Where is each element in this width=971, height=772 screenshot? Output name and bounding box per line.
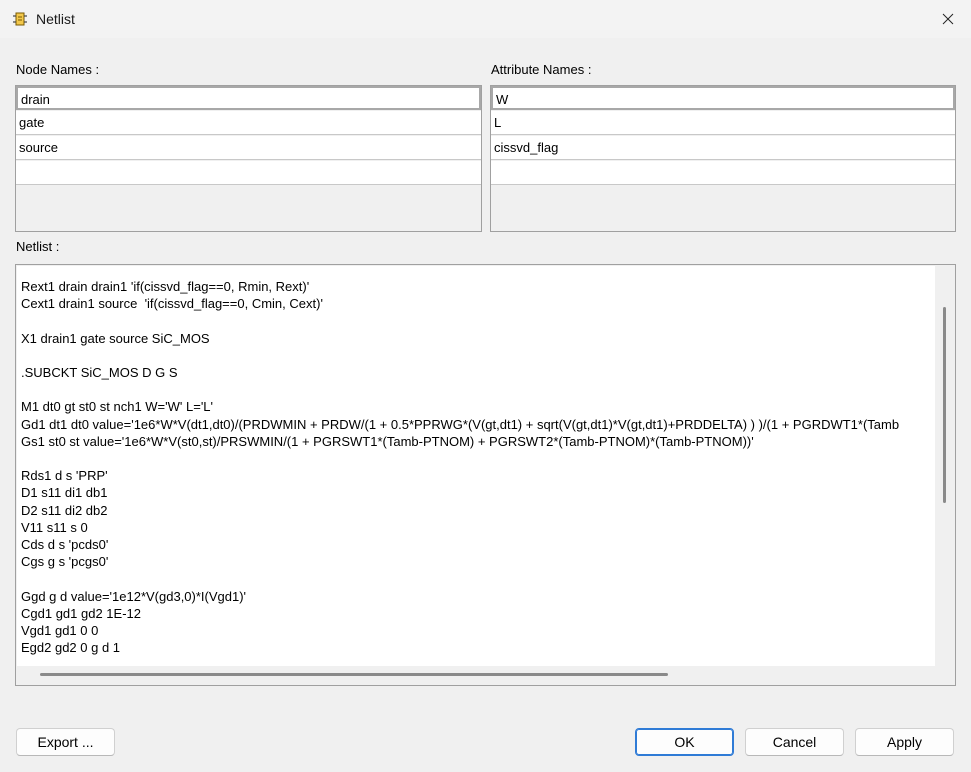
node-name-row[interactable] xyxy=(16,111,481,135)
attribute-name-row[interactable] xyxy=(491,111,955,135)
schematic-component-icon xyxy=(12,11,28,27)
node-name-field[interactable] xyxy=(19,164,478,180)
node-name-field[interactable] xyxy=(21,91,476,107)
cancel-button[interactable]: Cancel xyxy=(745,728,844,756)
export-button[interactable]: Export ... xyxy=(16,728,115,756)
vertical-scrollbar-thumb[interactable] xyxy=(943,307,946,503)
window-title: Netlist xyxy=(36,11,75,27)
attribute-name-field[interactable] xyxy=(494,164,952,180)
node-name-field[interactable] xyxy=(19,114,478,130)
node-name-row[interactable] xyxy=(16,86,481,110)
attribute-name-field[interactable] xyxy=(496,91,950,107)
apply-button[interactable]: Apply xyxy=(855,728,954,756)
node-names-list xyxy=(15,85,482,232)
node-name-row[interactable] xyxy=(16,136,481,160)
netlist-editor[interactable]: Rext1 drain drain1 'if(cissvd_flag==0, R… xyxy=(15,264,956,686)
attribute-names-label: Attribute Names : xyxy=(491,62,592,77)
attribute-name-row[interactable] xyxy=(491,86,955,110)
close-button[interactable] xyxy=(925,0,971,38)
ok-button[interactable]: OK xyxy=(635,728,734,756)
title-bar: Netlist xyxy=(0,0,971,38)
attribute-name-row[interactable] xyxy=(491,161,955,185)
attribute-names-list xyxy=(490,85,956,232)
attribute-name-row[interactable] xyxy=(491,136,955,160)
node-name-row[interactable] xyxy=(16,161,481,185)
attribute-name-field[interactable] xyxy=(494,114,952,130)
netlist-label: Netlist : xyxy=(16,239,60,254)
node-names-label: Node Names : xyxy=(16,62,100,77)
horizontal-scrollbar-thumb[interactable] xyxy=(40,673,668,676)
close-icon xyxy=(942,13,954,25)
attribute-name-field[interactable] xyxy=(494,139,952,155)
netlist-text-area[interactable]: Rext1 drain drain1 'if(cissvd_flag==0, R… xyxy=(17,266,935,666)
netlist-content: Rext1 drain drain1 'if(cissvd_flag==0, R… xyxy=(21,279,900,656)
node-name-field[interactable] xyxy=(19,139,478,155)
